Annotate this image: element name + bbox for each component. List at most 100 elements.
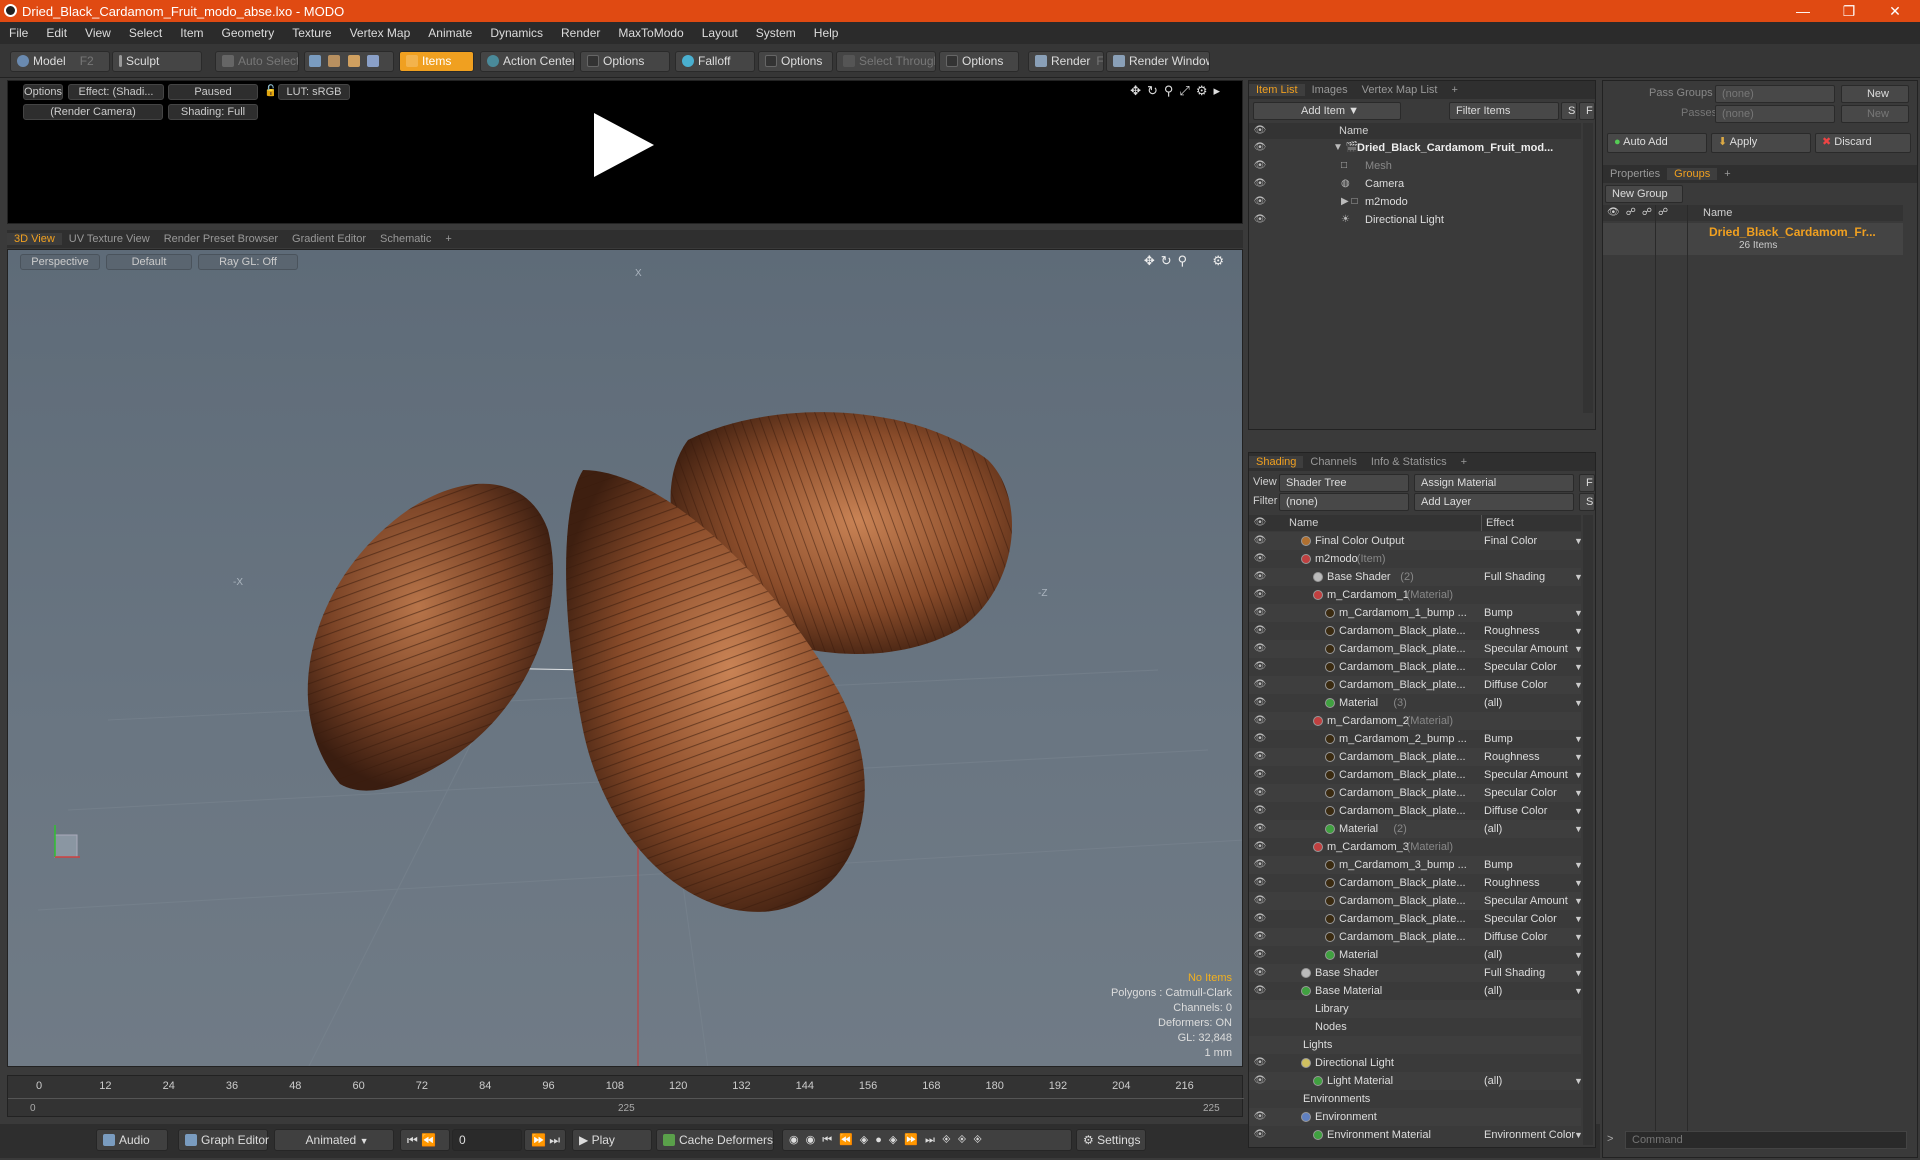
items-mode-button[interactable]: Items bbox=[399, 51, 474, 72]
visibility-eye-icon[interactable]: 👁 bbox=[1253, 730, 1267, 748]
new-group-button[interactable]: New Group bbox=[1605, 185, 1683, 203]
effect-dropdown-icon[interactable]: ▼ bbox=[1574, 568, 1581, 586]
lut-dropdown[interactable]: LUT: sRGB bbox=[278, 84, 350, 100]
tab-uv-texture-view[interactable]: UV Texture View bbox=[62, 233, 157, 245]
jump-start-buttons[interactable]: ⏮ ⏪ bbox=[400, 1129, 450, 1151]
group-row[interactable]: Dried_Black_Cardamom_Fr... 26 Items bbox=[1603, 223, 1903, 255]
auto-add-button[interactable]: ● Auto Add bbox=[1607, 133, 1707, 153]
shader-tree-row[interactable]: Nodes bbox=[1249, 1018, 1581, 1036]
preview-paused-toggle[interactable]: Paused bbox=[168, 84, 258, 100]
layer-effect[interactable]: Specular Amount bbox=[1484, 766, 1568, 784]
layer-effect[interactable]: Roughness bbox=[1484, 748, 1540, 766]
shader-tree-row[interactable]: 👁 Cardamom_Black_plate... Specular Color ▼ bbox=[1249, 658, 1581, 676]
visibility-eye-icon[interactable]: 👁 bbox=[1253, 910, 1267, 928]
layer-effect[interactable]: Bump bbox=[1484, 604, 1513, 622]
tab-images[interactable]: Images bbox=[1305, 84, 1355, 96]
tab-properties[interactable]: Properties bbox=[1603, 168, 1667, 180]
layer-effect[interactable]: Specular Color bbox=[1484, 910, 1557, 928]
visibility-eye-icon[interactable]: 👁 bbox=[1253, 586, 1267, 604]
shader-tree-row[interactable]: 👁 Base Shader Full Shading ▼ bbox=[1249, 964, 1581, 982]
layer-effect[interactable]: Environment Color bbox=[1484, 1126, 1575, 1144]
menu-select[interactable]: Select bbox=[120, 26, 171, 40]
timeline[interactable]: 0 12 24 36 48 60 72 84 96 108 120 132 144 156 168 180 19… bbox=[7, 1075, 1244, 1117]
add-tab-icon[interactable]: + bbox=[1454, 456, 1474, 468]
effect-dropdown-icon[interactable]: ▼ bbox=[1574, 892, 1581, 910]
effect-dropdown-icon[interactable]: ▼ bbox=[1574, 874, 1581, 892]
visibility-eye-icon[interactable]: 👁 bbox=[1253, 532, 1267, 550]
item-list-row[interactable]: 👁 ▶ □ m2modo bbox=[1249, 193, 1581, 211]
visibility-eye-icon[interactable]: 👁 bbox=[1253, 658, 1267, 676]
effect-dropdown-icon[interactable]: ▼ bbox=[1574, 946, 1581, 964]
passes-dropdown[interactable]: (none) bbox=[1715, 105, 1835, 123]
menu-vertex-map[interactable]: Vertex Map bbox=[341, 26, 420, 40]
item-list-row[interactable]: 👁 ◍ Camera bbox=[1249, 175, 1581, 193]
menu-system[interactable]: System bbox=[747, 26, 805, 40]
add-item-dropdown[interactable]: Add Item ▼ bbox=[1253, 102, 1401, 120]
visibility-eye-icon[interactable]: 👁 bbox=[1253, 712, 1267, 730]
layer-effect[interactable]: Roughness bbox=[1484, 874, 1540, 892]
shader-tree-row[interactable]: 👁 Cardamom_Black_plate... Roughness ▼ bbox=[1249, 748, 1581, 766]
effect-dropdown-icon[interactable]: ▼ bbox=[1574, 802, 1581, 820]
preview-nav-icons[interactable]: ✥↻⚲⤢⚙▸ bbox=[1130, 83, 1226, 99]
new-pass-group-button[interactable]: New bbox=[1841, 85, 1909, 103]
timeline-ruler[interactable]: 0 12 24 36 48 60 72 84 96 108 120 132 144 156 168 180 19… bbox=[8, 1078, 1244, 1098]
item-list-row[interactable]: 👁 □ Mesh bbox=[1249, 157, 1581, 175]
shader-tree-row[interactable]: 👁 m_Cardamom_3_bump ... Bump ▼ bbox=[1249, 856, 1581, 874]
preview-options-button[interactable]: Options bbox=[23, 84, 63, 100]
render-camera-dropdown[interactable]: (Render Camera) bbox=[23, 104, 163, 120]
effect-dropdown-icon[interactable]: ▼ bbox=[1574, 910, 1581, 928]
tab-channels[interactable]: Channels bbox=[1303, 456, 1363, 468]
layer-effect[interactable]: Specular Color bbox=[1484, 658, 1557, 676]
menu-edit[interactable]: Edit bbox=[37, 26, 76, 40]
layer-effect[interactable]: Full Shading bbox=[1484, 568, 1545, 586]
audio-button[interactable]: Audio bbox=[96, 1129, 168, 1151]
selection-mode-icons[interactable] bbox=[304, 51, 394, 72]
animated-dropdown[interactable]: Animated ▼ bbox=[274, 1129, 394, 1151]
visibility-eye-icon[interactable]: 👁 bbox=[1253, 928, 1267, 946]
menu-help[interactable]: Help bbox=[805, 26, 848, 40]
layer-effect[interactable]: Diffuse Color bbox=[1484, 928, 1547, 946]
menu-layout[interactable]: Layout bbox=[693, 26, 747, 40]
filter-items-input[interactable]: Filter Items bbox=[1449, 102, 1559, 120]
shader-tree-row[interactable]: 👁 Cardamom_Black_plate... Specular Amount ▼ bbox=[1249, 640, 1581, 658]
render-window-button[interactable]: Render Window bbox=[1106, 51, 1210, 72]
polygons-mode-icon[interactable] bbox=[347, 55, 360, 67]
visibility-eye-icon[interactable]: 👁 bbox=[1253, 982, 1267, 1000]
layer-effect[interactable]: Final Color bbox=[1484, 532, 1537, 550]
effect-dropdown-icon[interactable]: ▼ bbox=[1574, 1126, 1581, 1144]
preview-effect-dropdown[interactable]: Effect: (Shadi... bbox=[68, 84, 164, 100]
layer-effect[interactable]: Specular Amount bbox=[1484, 640, 1568, 658]
step-forward-buttons[interactable]: ⏩ ⏭ bbox=[524, 1129, 566, 1151]
lock-icon[interactable]: 🔓 bbox=[264, 84, 274, 100]
effect-dropdown-icon[interactable]: ▼ bbox=[1574, 856, 1581, 874]
s-toggle[interactable]: S bbox=[1561, 102, 1577, 120]
shader-tree-row[interactable]: 👁 Cardamom_Black_plate... Roughness ▼ bbox=[1249, 622, 1581, 640]
visibility-eye-icon[interactable]: 👁 bbox=[1253, 1108, 1267, 1126]
visibility-eye-icon[interactable]: 👁 bbox=[1253, 1072, 1267, 1090]
shader-tree-row[interactable]: 👁 Final Color Output Final Color ▼ bbox=[1249, 532, 1581, 550]
shader-tree-row[interactable]: 👁 Cardamom_Black_plate... Specular Amount ▼ bbox=[1249, 892, 1581, 910]
shader-tree-row[interactable]: 👁 Cardamom_Black_plate... Specular Amount ▼ bbox=[1249, 766, 1581, 784]
tab-item-list[interactable]: Item List bbox=[1249, 84, 1305, 96]
select-through-options-button[interactable]: Options bbox=[939, 51, 1019, 72]
tab-groups[interactable]: Groups bbox=[1667, 168, 1718, 180]
shader-tree-row[interactable]: 👁 Environment Material Environment Color ▼ bbox=[1249, 1126, 1581, 1144]
tab-vertex-map-list[interactable]: Vertex Map List bbox=[1355, 84, 1445, 96]
visibility-eye-icon[interactable]: 👁 bbox=[1253, 622, 1267, 640]
visibility-eye-icon[interactable]: 👁 bbox=[1253, 1126, 1267, 1144]
effect-dropdown-icon[interactable]: ▼ bbox=[1574, 982, 1581, 1000]
effect-dropdown-icon[interactable]: ▼ bbox=[1574, 640, 1581, 658]
shader-tree-row[interactable]: 👁 m_Cardamom_2_bump ... Bump ▼ bbox=[1249, 730, 1581, 748]
assign-material-dropdown[interactable]: Assign Material bbox=[1414, 474, 1574, 492]
visibility-eye-icon[interactable]: 👁 bbox=[1253, 802, 1267, 820]
materials-mode-icon[interactable] bbox=[367, 55, 380, 67]
layer-effect[interactable]: Diffuse Color bbox=[1484, 802, 1547, 820]
model-mode-button[interactable]: Model F2 bbox=[10, 51, 110, 72]
visibility-eye-icon[interactable]: 👁 bbox=[1253, 784, 1267, 802]
shader-tree-row[interactable]: 👁 Base Material (all) ▼ bbox=[1249, 982, 1581, 1000]
visibility-eye-icon[interactable]: 👁 bbox=[1253, 694, 1267, 712]
layer-effect[interactable]: Bump bbox=[1484, 730, 1513, 748]
add-tab-icon[interactable]: + bbox=[438, 233, 458, 245]
layer-effect[interactable]: Full Shading bbox=[1484, 964, 1545, 982]
menu-view[interactable]: View bbox=[76, 26, 120, 40]
